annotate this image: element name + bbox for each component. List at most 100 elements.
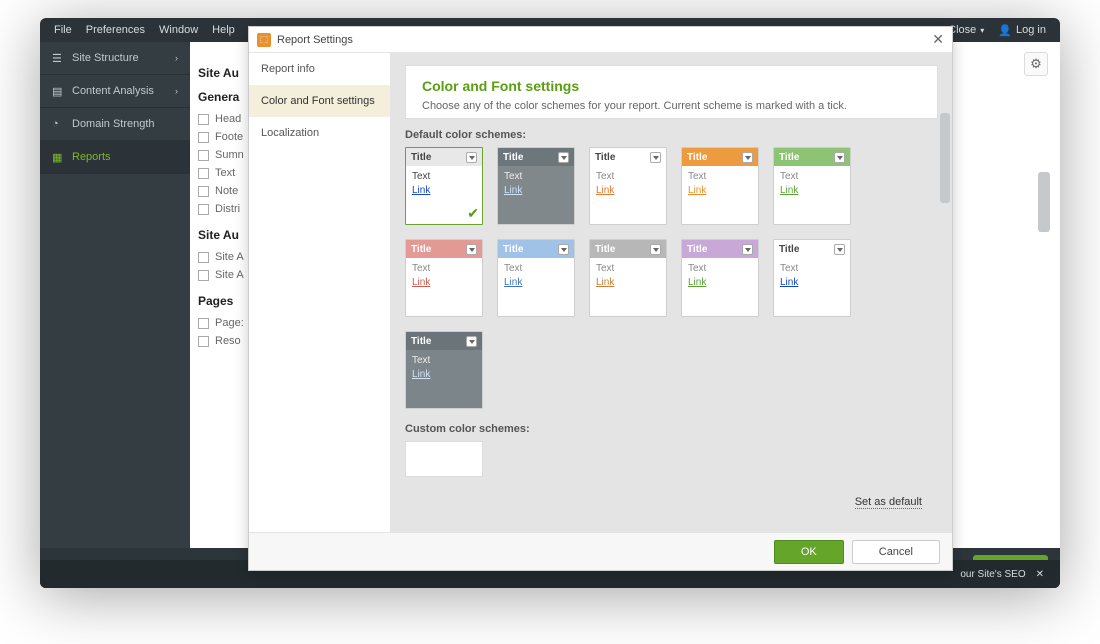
app-icon: ⬚	[257, 33, 271, 47]
scheme-grid: TitleTextLink✔TitleTextLinkTitleTextLink…	[405, 147, 938, 317]
dialog-main: Color and Font settings Choose any of th…	[391, 53, 952, 532]
close-menu[interactable]: Close▾	[948, 24, 984, 36]
close-icon[interactable]: ✕	[932, 31, 944, 48]
settings-gear-button[interactable]: ⚙	[1024, 52, 1048, 76]
dropdown-icon	[558, 152, 569, 163]
scrollbar[interactable]	[1038, 92, 1050, 492]
dropdown-icon	[742, 152, 753, 163]
swatch-text: Text	[412, 171, 476, 182]
user-icon: 👤	[998, 24, 1012, 37]
swatch-link: Link	[596, 185, 660, 196]
swatch-text: Text	[688, 171, 752, 182]
swatch-link: Link	[504, 185, 568, 196]
nav-domain-strength[interactable]: ◔Domain Strength	[40, 108, 190, 141]
swatch-title: Title	[779, 244, 799, 255]
doc-icon	[198, 318, 209, 329]
dropdown-icon	[466, 336, 477, 347]
chevron-right-icon: ›	[175, 53, 178, 63]
dialog-sidebar: Report info Color and Font settings Loca…	[249, 53, 391, 532]
dropdown-icon	[466, 244, 477, 255]
dropdown-icon	[466, 152, 477, 163]
chevron-down-icon: ▾	[980, 26, 984, 35]
color-scheme-swatch[interactable]: Title Text Link	[589, 239, 667, 317]
doc-icon	[198, 114, 209, 125]
swatch-text: Text	[412, 355, 476, 366]
swatch-link: Link	[412, 369, 476, 380]
sidebar-item-localization[interactable]: Localization	[249, 117, 390, 149]
scheme-grid-extra: Title TextLink	[405, 331, 938, 409]
scrollbar-thumb[interactable]	[1038, 172, 1050, 232]
color-scheme-swatch[interactable]: Title Text Link	[681, 239, 759, 317]
menu-preferences[interactable]: Preferences	[86, 24, 145, 36]
swatch-title: Title	[779, 152, 799, 163]
menu-file[interactable]: File	[54, 24, 72, 36]
dropdown-icon	[834, 152, 845, 163]
scrollbar[interactable]	[940, 63, 950, 492]
section-heading: Color and Font settings	[422, 78, 921, 94]
menu-window[interactable]: Window	[159, 24, 198, 36]
cancel-button[interactable]: Cancel	[852, 540, 940, 564]
chart-icon: ▤	[52, 85, 64, 97]
color-scheme-swatch[interactable]: TitleTextLink	[773, 147, 851, 225]
login-button[interactable]: 👤Log in	[998, 24, 1046, 37]
swatch-text: Text	[688, 263, 752, 274]
swatch-text: Text	[504, 263, 568, 274]
gauge-icon: ◔	[52, 118, 64, 130]
default-schemes-label: Default color schemes:	[405, 129, 938, 141]
swatch-title: Title	[687, 244, 707, 255]
doc-icon	[198, 150, 209, 161]
banner-text: our Site's SEO	[960, 569, 1025, 580]
doc-icon	[198, 204, 209, 215]
doc-icon	[198, 132, 209, 143]
structure-icon: ☰	[52, 52, 64, 64]
dialog-footer: OK Cancel	[249, 532, 952, 570]
set-as-default-link[interactable]: Set as default	[855, 496, 922, 509]
swatch-link: Link	[688, 277, 752, 288]
swatch-link: Link	[596, 277, 660, 288]
swatch-title: Title	[411, 152, 431, 163]
swatch-link: Link	[412, 185, 476, 196]
swatch-text: Text	[504, 171, 568, 182]
swatch-title: Title	[503, 152, 523, 163]
color-scheme-swatch[interactable]: Title TextLink	[405, 331, 483, 409]
swatch-link: Link	[780, 185, 844, 196]
doc-icon	[198, 186, 209, 197]
swatch-text: Text	[596, 171, 660, 182]
add-custom-scheme[interactable]	[405, 441, 483, 477]
nav-site-structure[interactable]: ☰Site Structure›	[40, 42, 190, 75]
color-scheme-swatch[interactable]: TitleTextLink	[405, 239, 483, 317]
sidebar-item-color-font[interactable]: Color and Font settings	[249, 85, 390, 117]
swatch-title: Title	[503, 244, 523, 255]
gear-icon: ⚙	[1030, 56, 1042, 72]
ok-button[interactable]: OK	[774, 540, 844, 564]
scrollbar-thumb[interactable]	[940, 113, 950, 203]
color-scheme-swatch[interactable]: TitleTextLink	[589, 147, 667, 225]
color-scheme-swatch[interactable]: Title Text Link	[497, 147, 575, 225]
swatch-link: Link	[780, 277, 844, 288]
swatch-title: Title	[595, 244, 615, 255]
close-icon[interactable]: ✕	[1036, 569, 1044, 580]
sidebar-item-report-info[interactable]: Report info	[249, 53, 390, 85]
doc-icon	[198, 252, 209, 263]
report-settings-dialog: ⬚ Report Settings ✕ Report info Color an…	[248, 26, 953, 571]
color-scheme-swatch[interactable]: TitleTextLink	[681, 147, 759, 225]
menu-help[interactable]: Help	[212, 24, 235, 36]
color-scheme-swatch[interactable]: TitleTextLink	[773, 239, 851, 317]
swatch-text: Text	[412, 263, 476, 274]
color-scheme-swatch[interactable]: Title Text Link ✔	[405, 147, 483, 225]
heading-panel: Color and Font settings Choose any of th…	[405, 65, 938, 119]
dropdown-icon	[834, 244, 845, 255]
dropdown-icon	[742, 244, 753, 255]
doc-icon	[198, 336, 209, 347]
chevron-right-icon: ›	[175, 86, 178, 96]
dropdown-icon	[558, 244, 569, 255]
reports-icon: ▦	[52, 151, 64, 163]
color-scheme-swatch[interactable]: TitleTextLink	[497, 239, 575, 317]
nav-reports[interactable]: ▦Reports	[40, 141, 190, 174]
swatch-link: Link	[412, 277, 476, 288]
section-subtext: Choose any of the color schemes for your…	[422, 100, 921, 112]
swatch-text: Text	[596, 263, 660, 274]
doc-icon	[198, 168, 209, 179]
nav-content-analysis[interactable]: ▤Content Analysis›	[40, 75, 190, 108]
check-icon: ✔	[467, 205, 479, 222]
